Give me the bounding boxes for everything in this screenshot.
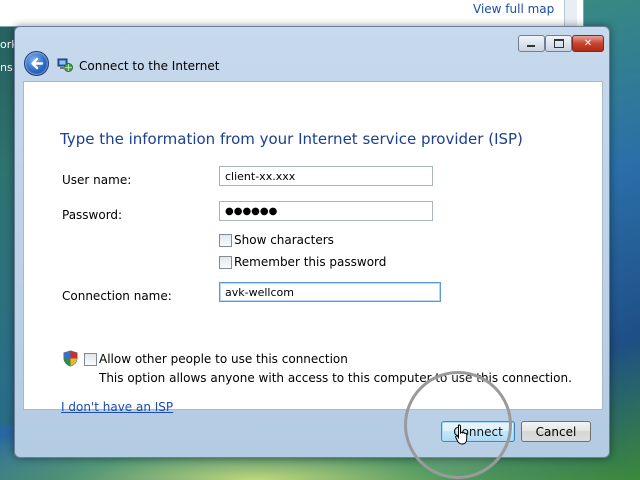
dialog-content: Type the information from your Internet … bbox=[23, 81, 603, 414]
allow-others-checkbox[interactable] bbox=[84, 353, 97, 366]
title-bar[interactable]: ✕ bbox=[15, 27, 609, 55]
dialog-title: Connect to the Internet bbox=[79, 59, 220, 73]
allow-others-description: This option allows anyone with access to… bbox=[99, 371, 572, 385]
minimize-button[interactable] bbox=[518, 35, 545, 52]
desktop-background-panel bbox=[0, 26, 14, 426]
password-input[interactable]: ●●●●●● bbox=[219, 201, 433, 221]
dialog-footer: Connect Cancel bbox=[23, 409, 601, 449]
close-icon: ✕ bbox=[583, 38, 593, 49]
view-full-map-link[interactable]: View full map bbox=[473, 2, 554, 16]
back-button[interactable] bbox=[24, 51, 49, 76]
back-arrow-icon bbox=[31, 57, 44, 70]
close-button[interactable]: ✕ bbox=[572, 35, 604, 52]
user-name-input[interactable]: client-xx.xxx bbox=[219, 166, 433, 186]
show-characters-checkbox[interactable] bbox=[219, 234, 232, 247]
remember-password-checkbox[interactable] bbox=[219, 256, 232, 269]
page-heading: Type the information from your Internet … bbox=[60, 130, 523, 148]
connection-name-label: Connection name: bbox=[62, 289, 172, 303]
mouse-pointer-icon bbox=[455, 424, 468, 445]
minimize-icon bbox=[527, 45, 535, 47]
maximize-button[interactable] bbox=[545, 35, 572, 52]
network-icon bbox=[57, 58, 73, 72]
allow-others-label[interactable]: Allow other people to use this connectio… bbox=[99, 352, 348, 366]
password-label: Password: bbox=[62, 208, 123, 222]
background-window-scrollbar bbox=[564, 0, 577, 26]
cancel-button[interactable]: Cancel bbox=[521, 421, 591, 442]
remember-password-label[interactable]: Remember this password bbox=[234, 255, 386, 269]
connection-name-input[interactable]: avk-wellcom bbox=[219, 282, 441, 302]
uac-shield-icon bbox=[63, 350, 78, 367]
maximize-icon bbox=[554, 39, 564, 48]
connect-to-internet-dialog: ✕ Connect to the Internet Type the infor… bbox=[14, 26, 610, 458]
show-characters-label[interactable]: Show characters bbox=[234, 233, 334, 247]
background-side-text: ns bbox=[0, 61, 13, 74]
user-name-label: User name: bbox=[62, 173, 132, 187]
